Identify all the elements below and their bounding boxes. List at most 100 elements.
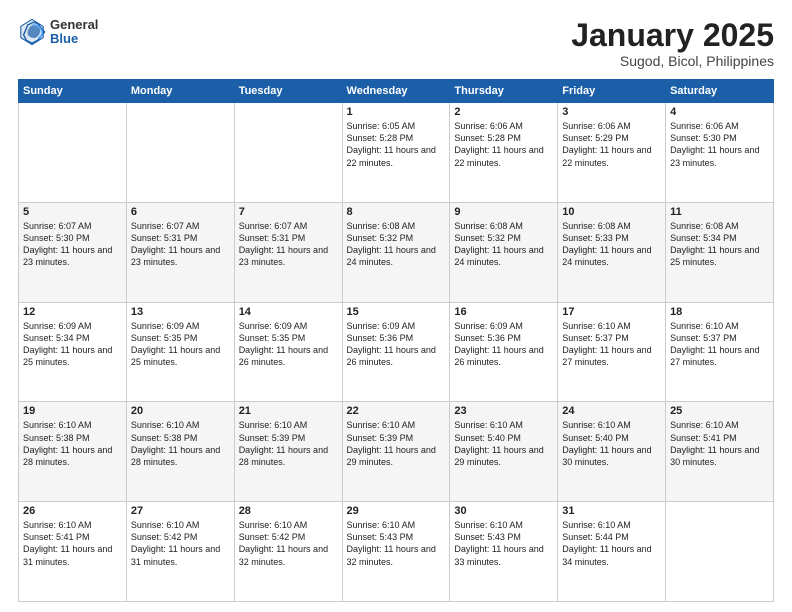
calendar-cell: 4 Sunrise: 6:06 AM Sunset: 5:30 PM Daylig…	[666, 103, 774, 203]
weekday-header-tuesday: Tuesday	[234, 80, 342, 103]
weekday-header-row: SundayMondayTuesdayWednesdayThursdayFrid…	[19, 80, 774, 103]
page: General Blue January 2025 Sugod, Bicol, …	[0, 0, 792, 612]
day-number: 15	[347, 306, 446, 318]
logo: General Blue	[18, 18, 98, 47]
header: General Blue January 2025 Sugod, Bicol, …	[18, 18, 774, 69]
day-number: 2	[454, 106, 553, 118]
day-number: 16	[454, 306, 553, 318]
day-info: Sunrise: 6:10 AM Sunset: 5:43 PM Dayligh…	[347, 519, 446, 568]
logo-blue-text: Blue	[50, 32, 98, 46]
calendar-cell: 19 Sunrise: 6:10 AM Sunset: 5:38 PM Dayli…	[19, 402, 127, 502]
calendar-cell: 22 Sunrise: 6:10 AM Sunset: 5:39 PM Dayli…	[342, 402, 450, 502]
day-info: Sunrise: 6:07 AM Sunset: 5:31 PM Dayligh…	[239, 220, 338, 269]
day-number: 7	[239, 206, 338, 218]
day-number: 12	[23, 306, 122, 318]
calendar-cell	[19, 103, 127, 203]
title-block: January 2025 Sugod, Bicol, Philippines	[571, 18, 774, 69]
day-info: Sunrise: 6:10 AM Sunset: 5:37 PM Dayligh…	[562, 320, 661, 369]
day-info: Sunrise: 6:10 AM Sunset: 5:39 PM Dayligh…	[239, 419, 338, 468]
day-number: 22	[347, 405, 446, 417]
calendar-cell: 24 Sunrise: 6:10 AM Sunset: 5:40 PM Dayli…	[558, 402, 666, 502]
day-info: Sunrise: 6:10 AM Sunset: 5:42 PM Dayligh…	[239, 519, 338, 568]
logo-text: General Blue	[50, 18, 98, 47]
calendar-cell: 26 Sunrise: 6:10 AM Sunset: 5:41 PM Dayli…	[19, 502, 127, 602]
day-info: Sunrise: 6:07 AM Sunset: 5:31 PM Dayligh…	[131, 220, 230, 269]
day-info: Sunrise: 6:05 AM Sunset: 5:28 PM Dayligh…	[347, 120, 446, 169]
day-info: Sunrise: 6:09 AM Sunset: 5:36 PM Dayligh…	[347, 320, 446, 369]
day-info: Sunrise: 6:10 AM Sunset: 5:41 PM Dayligh…	[670, 419, 769, 468]
calendar-cell	[234, 103, 342, 203]
weekday-header-wednesday: Wednesday	[342, 80, 450, 103]
day-number: 3	[562, 106, 661, 118]
weekday-header-thursday: Thursday	[450, 80, 558, 103]
day-info: Sunrise: 6:08 AM Sunset: 5:32 PM Dayligh…	[347, 220, 446, 269]
calendar-cell: 9Sunrise: 6:08 AM Sunset: 5:32 PM Daylig…	[450, 202, 558, 302]
day-number: 1	[347, 106, 446, 118]
day-number: 24	[562, 405, 661, 417]
calendar-cell: 30Sunrise: 6:10 AM Sunset: 5:43 PM Dayli…	[450, 502, 558, 602]
day-number: 6	[131, 206, 230, 218]
calendar-cell: 5Sunrise: 6:07 AM Sunset: 5:30 PM Daylig…	[19, 202, 127, 302]
calendar-cell: 8Sunrise: 6:08 AM Sunset: 5:32 PM Daylig…	[342, 202, 450, 302]
day-info: Sunrise: 6:09 AM Sunset: 5:36 PM Dayligh…	[454, 320, 553, 369]
calendar-cell: 10Sunrise: 6:08 AM Sunset: 5:33 PM Dayli…	[558, 202, 666, 302]
day-number: 23	[454, 405, 553, 417]
day-number: 27	[131, 505, 230, 517]
day-info: Sunrise: 6:09 AM Sunset: 5:35 PM Dayligh…	[239, 320, 338, 369]
day-number: 25	[670, 405, 769, 417]
calendar-table: SundayMondayTuesdayWednesdayThursdayFrid…	[18, 79, 774, 602]
day-info: Sunrise: 6:10 AM Sunset: 5:41 PM Dayligh…	[23, 519, 122, 568]
day-info: Sunrise: 6:06 AM Sunset: 5:29 PM Dayligh…	[562, 120, 661, 169]
calendar-cell: 7 Sunrise: 6:07 AM Sunset: 5:31 PM Daylig…	[234, 202, 342, 302]
calendar-cell: 2 Sunrise: 6:06 AM Sunset: 5:28 PM Daylig…	[450, 103, 558, 203]
calendar-cell: 11 Sunrise: 6:08 AM Sunset: 5:34 PM Dayli…	[666, 202, 774, 302]
day-number: 17	[562, 306, 661, 318]
day-info: Sunrise: 6:08 AM Sunset: 5:34 PM Dayligh…	[670, 220, 769, 269]
day-number: 4	[670, 106, 769, 118]
calendar-cell: 27 Sunrise: 6:10 AM Sunset: 5:42 PM Dayli…	[126, 502, 234, 602]
day-info: Sunrise: 6:07 AM Sunset: 5:30 PM Dayligh…	[23, 220, 122, 269]
day-info: Sunrise: 6:10 AM Sunset: 5:38 PM Dayligh…	[131, 419, 230, 468]
day-number: 14	[239, 306, 338, 318]
calendar-cell: 1 Sunrise: 6:05 AM Sunset: 5:28 PM Daylig…	[342, 103, 450, 203]
calendar-cell	[126, 103, 234, 203]
calendar-cell: 12Sunrise: 6:09 AM Sunset: 5:34 PM Dayli…	[19, 302, 127, 402]
location: Sugod, Bicol, Philippines	[571, 53, 774, 69]
day-info: Sunrise: 6:09 AM Sunset: 5:35 PM Dayligh…	[131, 320, 230, 369]
calendar-cell: 3 Sunrise: 6:06 AM Sunset: 5:29 PM Daylig…	[558, 103, 666, 203]
calendar-week-2: 5Sunrise: 6:07 AM Sunset: 5:30 PM Daylig…	[19, 202, 774, 302]
calendar-week-4: 19 Sunrise: 6:10 AM Sunset: 5:38 PM Dayli…	[19, 402, 774, 502]
calendar-cell: 29Sunrise: 6:10 AM Sunset: 5:43 PM Dayli…	[342, 502, 450, 602]
day-info: Sunrise: 6:08 AM Sunset: 5:33 PM Dayligh…	[562, 220, 661, 269]
day-number: 13	[131, 306, 230, 318]
day-info: Sunrise: 6:10 AM Sunset: 5:38 PM Dayligh…	[23, 419, 122, 468]
day-info: Sunrise: 6:10 AM Sunset: 5:37 PM Dayligh…	[670, 320, 769, 369]
day-number: 19	[23, 405, 122, 417]
calendar-cell: 15 Sunrise: 6:09 AM Sunset: 5:36 PM Dayli…	[342, 302, 450, 402]
day-info: Sunrise: 6:06 AM Sunset: 5:30 PM Dayligh…	[670, 120, 769, 169]
day-number: 31	[562, 505, 661, 517]
weekday-header-monday: Monday	[126, 80, 234, 103]
day-number: 9	[454, 206, 553, 218]
day-number: 18	[670, 306, 769, 318]
calendar-cell	[666, 502, 774, 602]
calendar-week-5: 26 Sunrise: 6:10 AM Sunset: 5:41 PM Dayli…	[19, 502, 774, 602]
calendar-cell: 28Sunrise: 6:10 AM Sunset: 5:42 PM Dayli…	[234, 502, 342, 602]
day-info: Sunrise: 6:10 AM Sunset: 5:39 PM Dayligh…	[347, 419, 446, 468]
month-title: January 2025	[571, 18, 774, 53]
day-info: Sunrise: 6:10 AM Sunset: 5:42 PM Dayligh…	[131, 519, 230, 568]
day-number: 30	[454, 505, 553, 517]
weekday-header-saturday: Saturday	[666, 80, 774, 103]
day-info: Sunrise: 6:10 AM Sunset: 5:40 PM Dayligh…	[562, 419, 661, 468]
day-info: Sunrise: 6:06 AM Sunset: 5:28 PM Dayligh…	[454, 120, 553, 169]
day-number: 11	[670, 206, 769, 218]
logo-icon	[18, 18, 46, 46]
calendar-cell: 23 Sunrise: 6:10 AM Sunset: 5:40 PM Dayli…	[450, 402, 558, 502]
calendar-cell: 31 Sunrise: 6:10 AM Sunset: 5:44 PM Dayli…	[558, 502, 666, 602]
day-info: Sunrise: 6:10 AM Sunset: 5:44 PM Dayligh…	[562, 519, 661, 568]
day-info: Sunrise: 6:10 AM Sunset: 5:40 PM Dayligh…	[454, 419, 553, 468]
day-number: 26	[23, 505, 122, 517]
calendar-cell: 16 Sunrise: 6:09 AM Sunset: 5:36 PM Dayli…	[450, 302, 558, 402]
calendar-cell: 20Sunrise: 6:10 AM Sunset: 5:38 PM Dayli…	[126, 402, 234, 502]
calendar-cell: 17 Sunrise: 6:10 AM Sunset: 5:37 PM Dayli…	[558, 302, 666, 402]
